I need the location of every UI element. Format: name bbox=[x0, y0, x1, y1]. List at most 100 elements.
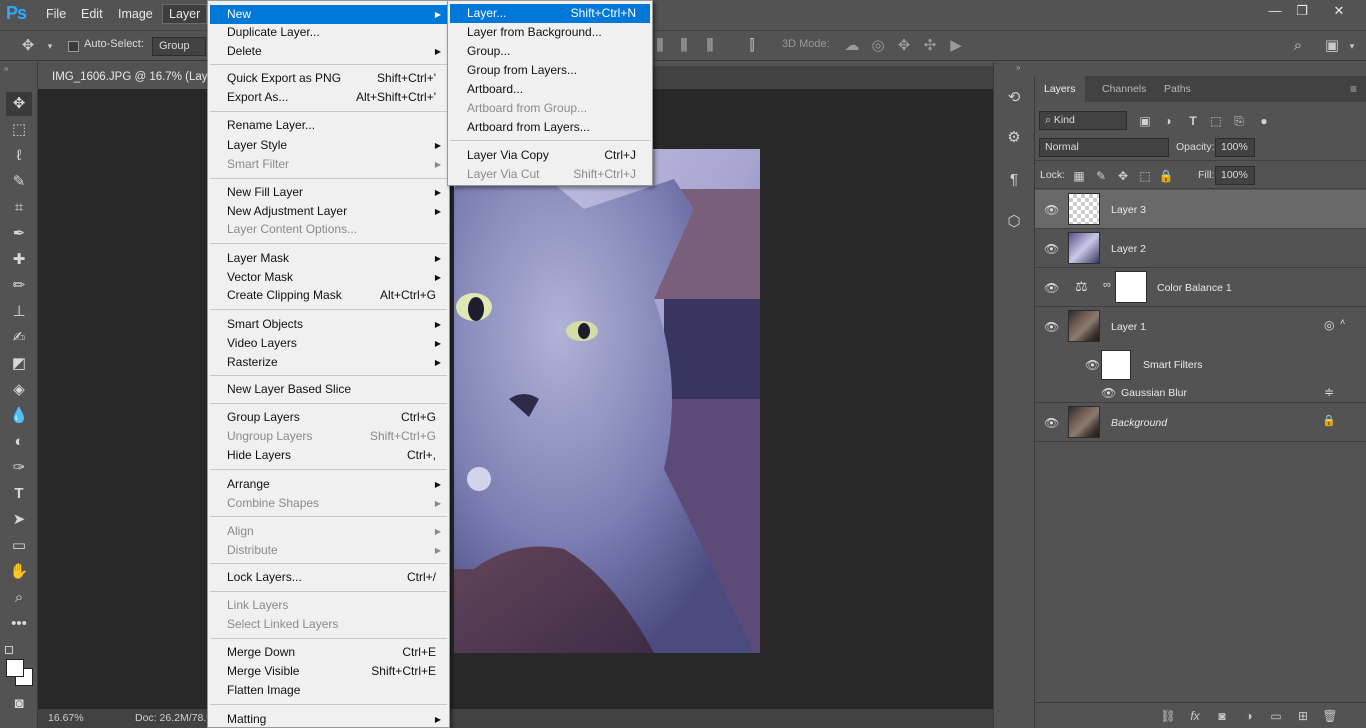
new-adjustment-icon[interactable]: ◑ bbox=[1240, 707, 1258, 725]
rectangle-tool-icon[interactable]: ▭ bbox=[6, 534, 32, 558]
search-icon[interactable]: ⌕ bbox=[1288, 36, 1308, 56]
menu-item-slice[interactable]: New Layer Based Slice bbox=[210, 380, 447, 399]
type-tool-icon[interactable]: T bbox=[6, 482, 32, 506]
menu-item-matting[interactable]: Matting ▶ bbox=[210, 710, 447, 728]
menu-item-merge-down[interactable]: Merge Down Ctrl+E bbox=[210, 643, 447, 662]
collapse-icon[interactable]: » bbox=[1016, 63, 1020, 72]
more-tools-icon[interactable]: ••• bbox=[6, 612, 32, 636]
menu-item-new-adjustment[interactable]: New Adjustment Layer ▶ bbox=[210, 202, 447, 221]
chevron-up-icon[interactable]: ˄ bbox=[1340, 317, 1345, 327]
tab-layers[interactable]: Layers bbox=[1035, 76, 1085, 102]
lock-pixels-icon[interactable]: ✎ bbox=[1092, 167, 1110, 185]
menu-item-combine-shapes[interactable]: Combine Shapes ▶ bbox=[210, 494, 447, 513]
menu-item-lock-layers[interactable]: Lock Layers... Ctrl+/ bbox=[210, 568, 447, 587]
menu-item-group-layers[interactable]: Group Layers Ctrl+G bbox=[210, 408, 447, 427]
eyedropper-tool-icon[interactable]: ✒ bbox=[6, 222, 32, 246]
stamp-tool-icon[interactable]: ⊥ bbox=[6, 300, 32, 324]
blend-mode-dropdown[interactable]: Normal bbox=[1039, 138, 1169, 157]
submenu-item-group[interactable]: Group... bbox=[450, 42, 650, 61]
workspace-icon[interactable]: ▣ bbox=[1322, 36, 1342, 56]
chevron-down-icon[interactable]: ▾ bbox=[1342, 36, 1362, 56]
submenu-item-via-copy[interactable]: Layer Via Copy Ctrl+J bbox=[450, 146, 650, 165]
menu-item-link-layers[interactable]: Link Layers bbox=[210, 596, 447, 615]
lock-transparency-icon[interactable]: ▦ bbox=[1070, 167, 1088, 185]
layer-row-layer1[interactable]: 👁 Layer 1 ◎ ˄ bbox=[1035, 307, 1366, 346]
hand-tool-icon[interactable]: ✋ bbox=[6, 560, 32, 584]
tab-channels[interactable]: Channels bbox=[1093, 76, 1155, 102]
filter-options-icon[interactable]: ≑ bbox=[1324, 385, 1334, 399]
menu-item-rasterize[interactable]: Rasterize ▶ bbox=[210, 353, 447, 372]
lock-position-icon[interactable]: ✥ bbox=[1114, 167, 1132, 185]
submenu-item-from-background[interactable]: Layer from Background... bbox=[450, 23, 650, 42]
3d-panel-icon[interactable]: ⬡ bbox=[1000, 208, 1028, 236]
auto-align-icon[interactable]: ⫿ bbox=[742, 36, 762, 56]
menu-item-vector-mask[interactable]: Vector Mask ▶ bbox=[210, 268, 447, 287]
menu-item-ungroup[interactable]: Ungroup Layers Shift+Ctrl+G bbox=[210, 427, 447, 446]
chevron-down-icon[interactable]: ▾ bbox=[40, 36, 60, 56]
3d-drag-icon[interactable]: ✥ bbox=[894, 36, 914, 56]
menu-file[interactable]: File bbox=[40, 4, 72, 24]
menu-item-new-fill[interactable]: New Fill Layer ▶ bbox=[210, 183, 447, 202]
smart-filters-row[interactable]: 👁 Smart Filters bbox=[1035, 346, 1366, 382]
menu-layer[interactable]: Layer bbox=[162, 4, 208, 24]
panel-menu-icon[interactable]: ≡ bbox=[1341, 76, 1366, 102]
distribute-vertical-icon[interactable]: ⫼ bbox=[674, 36, 694, 56]
lock-artboard-icon[interactable]: ⬚ bbox=[1136, 167, 1154, 185]
visibility-eye-icon[interactable]: 👁 bbox=[1044, 320, 1059, 334]
visibility-eye-icon[interactable]: 👁 bbox=[1044, 281, 1059, 295]
menu-item-hide[interactable]: Hide Layers Ctrl+, bbox=[210, 446, 447, 465]
submenu-item-layer[interactable]: Layer... Shift+Ctrl+N bbox=[450, 4, 650, 23]
menu-item-video-layers[interactable]: Video Layers ▶ bbox=[210, 334, 447, 353]
menu-item-align[interactable]: Align ▶ bbox=[210, 522, 447, 541]
menu-edit[interactable]: Edit bbox=[75, 4, 109, 24]
smart-filter-indicator-icon[interactable]: ◎ bbox=[1324, 318, 1334, 332]
layer-row-layer2[interactable]: 👁 Layer 2 bbox=[1035, 229, 1366, 268]
menu-item-distribute[interactable]: Distribute ▶ bbox=[210, 541, 447, 560]
submenu-item-artboard-from-group[interactable]: Artboard from Group... bbox=[450, 99, 650, 118]
marquee-tool-icon[interactable]: ⬚ bbox=[6, 118, 32, 142]
menu-item-smart-objects[interactable]: Smart Objects ▶ bbox=[210, 315, 447, 334]
zoom-tool-icon[interactable]: ⌕ bbox=[6, 586, 32, 610]
zoom-level[interactable]: 16.67% bbox=[48, 709, 84, 728]
menu-item-arrange[interactable]: Arrange ▶ bbox=[210, 475, 447, 494]
paint-bucket-icon[interactable]: ◈ bbox=[6, 378, 32, 402]
collapse-icon[interactable]: » bbox=[4, 64, 8, 73]
menu-item-layer-style[interactable]: Layer Style ▶ bbox=[210, 136, 447, 155]
menu-item-layer-mask[interactable]: Layer Mask ▶ bbox=[210, 249, 447, 268]
filter-kind-dropdown[interactable]: ⌕ Kind bbox=[1039, 111, 1127, 130]
visibility-eye-icon[interactable]: 👁 bbox=[1101, 386, 1116, 400]
opacity-input[interactable]: 100% bbox=[1215, 138, 1255, 157]
pixel-filter-icon[interactable]: ▣ bbox=[1136, 112, 1154, 130]
distribute-center-icon[interactable]: ⫼ bbox=[700, 36, 720, 56]
3d-orbit-icon[interactable]: ☁ bbox=[842, 36, 862, 56]
layer-row-layer3[interactable]: 👁 Layer 3 bbox=[1035, 190, 1366, 229]
close-button[interactable]: ✕ bbox=[1327, 2, 1351, 20]
visibility-eye-icon[interactable]: 👁 bbox=[1044, 416, 1059, 430]
path-select-icon[interactable]: ➤ bbox=[6, 508, 32, 532]
menu-item-select-linked[interactable]: Select Linked Layers bbox=[210, 615, 447, 634]
canvas-image[interactable] bbox=[454, 149, 760, 653]
visibility-eye-icon[interactable]: 👁 bbox=[1044, 242, 1059, 256]
tab-paths[interactable]: Paths bbox=[1155, 76, 1200, 102]
quick-mask-icon[interactable]: ◙ bbox=[6, 692, 32, 716]
filter-toggle-icon[interactable]: ● bbox=[1255, 112, 1273, 130]
fill-input[interactable]: 100% bbox=[1215, 166, 1255, 185]
healing-tool-icon[interactable]: ✚ bbox=[6, 248, 32, 272]
foreground-color-swatch[interactable] bbox=[6, 659, 24, 677]
menu-item-merge-visible[interactable]: Merge Visible Shift+Ctrl+E bbox=[210, 662, 447, 681]
default-colors-icon[interactable] bbox=[5, 646, 13, 654]
lock-icon[interactable]: 🔒 bbox=[1322, 414, 1336, 427]
move-tool-icon[interactable]: ✥ bbox=[18, 36, 38, 56]
auto-select-dropdown[interactable]: Group bbox=[152, 37, 206, 56]
trash-icon[interactable]: 🗑 bbox=[1321, 707, 1339, 725]
minimize-button[interactable]: — bbox=[1263, 2, 1287, 20]
distribute-icon[interactable]: ⫼ bbox=[650, 36, 670, 56]
menu-item-rename[interactable]: Rename Layer... bbox=[210, 116, 447, 135]
dodge-tool-icon[interactable]: ◐ bbox=[6, 430, 32, 454]
submenu-item-artboard-from-layers[interactable]: Artboard from Layers... bbox=[450, 118, 650, 137]
smart-object-filter-icon[interactable]: ⎘ bbox=[1230, 112, 1248, 130]
menu-item-smart-filter[interactable]: Smart Filter ▶ bbox=[210, 155, 447, 174]
properties-panel-icon[interactable]: ⚙ bbox=[1000, 124, 1028, 152]
3d-roll-icon[interactable]: ◎ bbox=[868, 36, 888, 56]
lasso-tool-icon[interactable]: ℓ bbox=[6, 144, 32, 168]
